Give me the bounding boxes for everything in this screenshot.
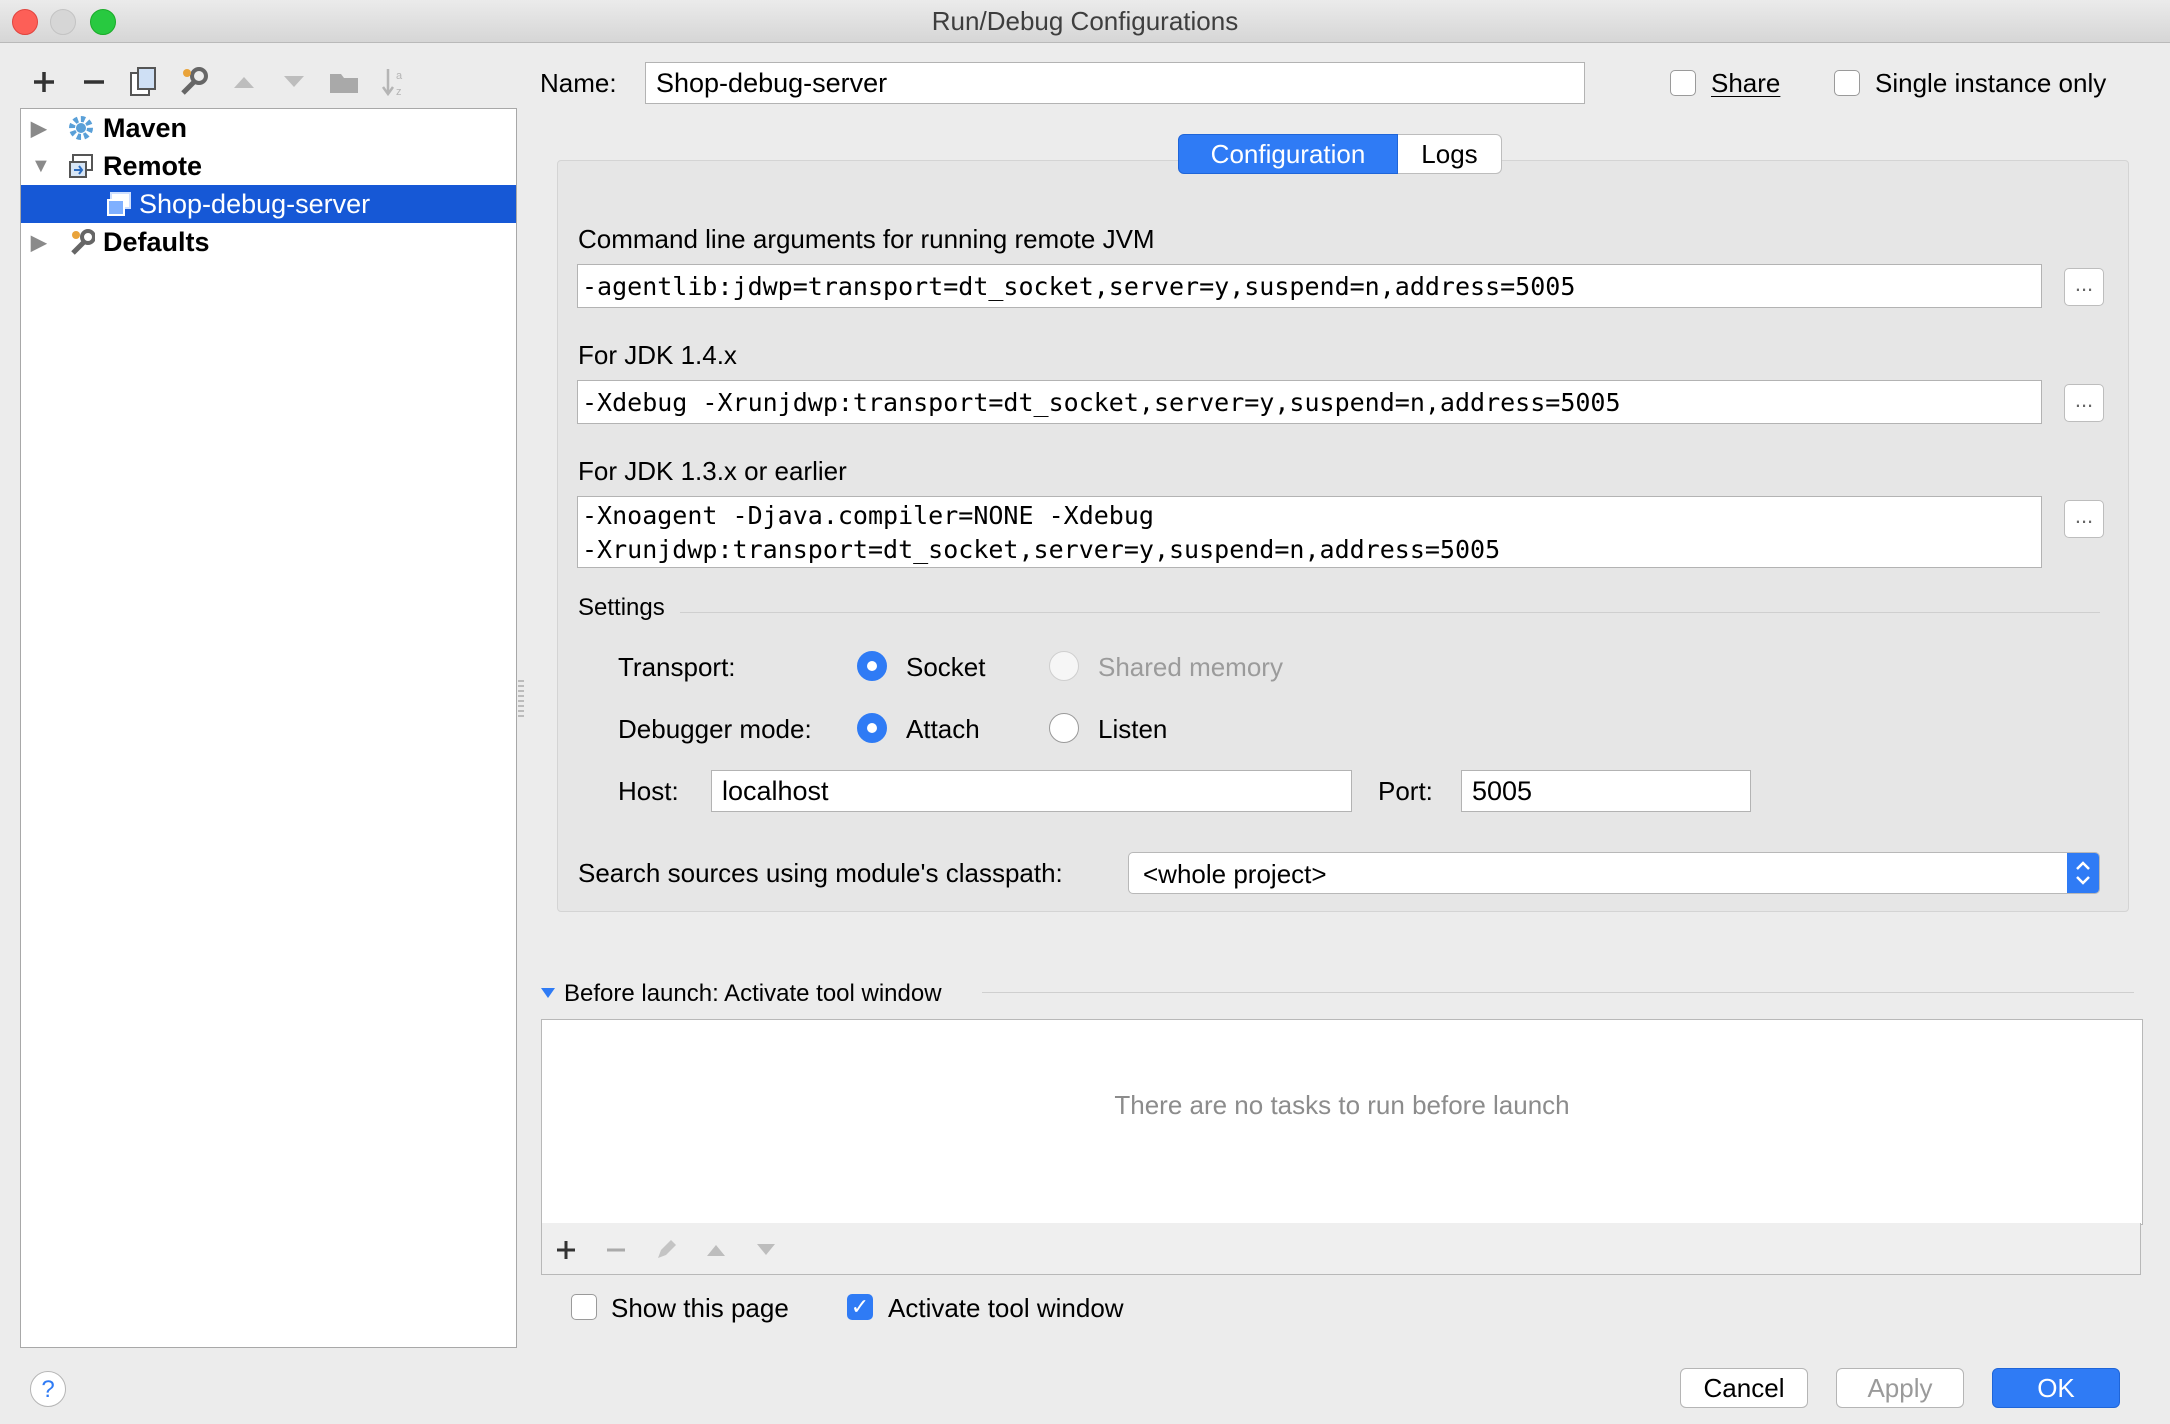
debugger-attach-label: Attach xyxy=(906,714,980,744)
jdk13-expand-button[interactable]: ... xyxy=(2064,500,2104,538)
add-icon[interactable] xyxy=(24,62,64,102)
apply-button[interactable]: Apply xyxy=(1836,1368,1964,1408)
tree-item-shop-debug-server[interactable]: Shop-debug-server xyxy=(21,185,516,223)
jdk14-label: For JDK 1.4.x xyxy=(578,340,737,370)
maven-gear-icon xyxy=(67,114,95,142)
collapse-arrow-icon[interactable]: ▼ xyxy=(31,155,51,178)
edit-defaults-icon[interactable] xyxy=(174,62,214,102)
jdk14-field[interactable]: -Xdebug -Xrunjdwp:transport=dt_socket,se… xyxy=(577,380,2042,424)
activate-tool-checkbox[interactable]: ✓ xyxy=(847,1294,873,1320)
port-label: Port: xyxy=(1378,776,1433,806)
transport-shared-radio[interactable] xyxy=(1049,651,1079,681)
move-down-icon[interactable] xyxy=(274,62,314,102)
name-label: Name: xyxy=(540,68,617,98)
cmd-args-expand-button[interactable]: ... xyxy=(2064,268,2104,306)
sort-icon[interactable]: az xyxy=(374,62,414,102)
name-field[interactable]: Shop-debug-server xyxy=(645,62,1585,104)
move-up-icon[interactable] xyxy=(224,62,264,102)
transport-shared-label: Shared memory xyxy=(1098,652,1283,682)
edit-task-icon[interactable] xyxy=(646,1230,686,1270)
remove-icon[interactable] xyxy=(74,62,114,102)
tree-item-label: Remote xyxy=(103,150,203,181)
classpath-select[interactable]: <whole project> xyxy=(1128,852,2100,894)
configuration-tree[interactable]: ▶ Maven ▼ Remote Shop-debug-server ▶ Def… xyxy=(20,108,517,1348)
show-page-checkbox[interactable] xyxy=(571,1294,597,1320)
single-instance-label: Single instance only xyxy=(1875,68,2107,98)
move-task-up-icon[interactable] xyxy=(696,1230,736,1270)
before-launch-separator xyxy=(982,992,2134,993)
activate-tool-label: Activate tool window xyxy=(888,1293,1124,1323)
transport-socket-radio[interactable] xyxy=(857,651,887,681)
before-launch-title: Before launch: Activate tool window xyxy=(564,980,942,1007)
share-label: Share xyxy=(1711,68,1781,98)
svg-text:a: a xyxy=(396,70,403,82)
tree-item-label: Shop-debug-server xyxy=(139,188,371,219)
splitter-handle[interactable] xyxy=(518,680,524,720)
show-page-label: Show this page xyxy=(611,1293,789,1323)
tree-item-maven[interactable]: ▶ Maven xyxy=(21,109,516,147)
folder-icon[interactable] xyxy=(324,62,364,102)
select-chevron-icon[interactable] xyxy=(2067,853,2099,893)
cmd-args-label: Command line arguments for running remot… xyxy=(578,224,1155,254)
jdk13-line2: -Xrunjdwp:transport=dt_socket,server=y,s… xyxy=(582,535,1501,564)
debugger-mode-label: Debugger mode: xyxy=(618,714,812,744)
tab-configuration[interactable]: Configuration xyxy=(1178,134,1398,174)
window-title: Run/Debug Configurations xyxy=(931,6,1239,36)
host-label: Host: xyxy=(618,776,679,806)
copy-icon[interactable] xyxy=(123,62,163,102)
tree-item-label: Maven xyxy=(103,112,188,143)
transport-label: Transport: xyxy=(618,652,736,682)
ok-button[interactable]: OK xyxy=(1992,1368,2120,1408)
move-task-down-icon[interactable] xyxy=(746,1230,786,1270)
tree-item-remote[interactable]: ▼ Remote xyxy=(21,147,516,185)
debugger-listen-radio[interactable] xyxy=(1049,713,1079,743)
add-task-icon[interactable] xyxy=(546,1230,586,1270)
debugger-listen-label: Listen xyxy=(1098,714,1168,744)
host-field[interactable]: localhost xyxy=(711,770,1352,812)
expand-arrow-icon[interactable]: ▶ xyxy=(31,116,46,141)
classpath-label: Search sources using module's classpath: xyxy=(578,858,1063,888)
tab-logs[interactable]: Logs xyxy=(1398,134,1502,174)
settings-separator xyxy=(680,612,2100,613)
classpath-select-value: <whole project> xyxy=(1143,859,1327,889)
debugger-attach-radio[interactable] xyxy=(857,713,887,743)
transport-socket-label: Socket xyxy=(906,652,986,682)
remove-task-icon[interactable] xyxy=(596,1230,636,1270)
share-checkbox[interactable] xyxy=(1670,70,1696,96)
help-button[interactable]: ? xyxy=(30,1371,66,1407)
jdk13-label: For JDK 1.3.x or earlier xyxy=(578,456,847,486)
wrench-icon xyxy=(67,228,95,256)
before-launch-toggle-icon[interactable] xyxy=(540,986,556,1005)
tree-item-label: Defaults xyxy=(103,226,210,257)
svg-text:z: z xyxy=(396,86,402,98)
remote-config-icon xyxy=(105,190,133,218)
expand-arrow-icon[interactable]: ▶ xyxy=(31,230,46,255)
jdk13-line1: -Xnoagent -Djava.compiler=NONE -Xdebug xyxy=(582,501,1154,530)
remote-icon xyxy=(67,152,95,180)
single-instance-checkbox[interactable] xyxy=(1834,70,1860,96)
jdk13-field[interactable]: -Xnoagent -Djava.compiler=NONE -Xdebug -… xyxy=(577,496,2042,568)
empty-tasks-text: There are no tasks to run before launch xyxy=(1114,1090,1570,1120)
cancel-button[interactable]: Cancel xyxy=(1680,1368,1808,1408)
tree-item-defaults[interactable]: ▶ Defaults xyxy=(21,223,516,261)
port-field[interactable]: 5005 xyxy=(1461,770,1751,812)
settings-title: Settings xyxy=(578,594,665,621)
cmd-args-field[interactable]: -agentlib:jdwp=transport=dt_socket,serve… xyxy=(577,264,2042,308)
jdk14-expand-button[interactable]: ... xyxy=(2064,384,2104,422)
before-launch-task-list[interactable]: There are no tasks to run before launch xyxy=(541,1019,2143,1225)
